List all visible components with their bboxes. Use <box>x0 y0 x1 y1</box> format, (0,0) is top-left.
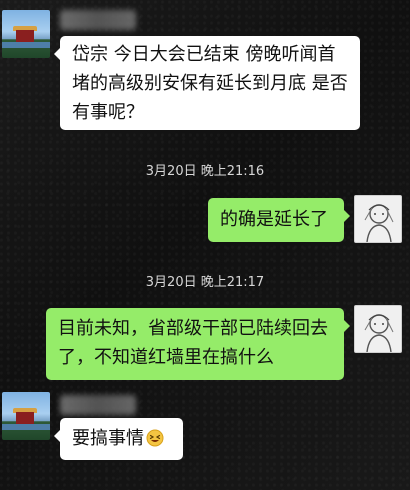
self-avatar[interactable] <box>354 305 402 353</box>
message-bubble-outgoing[interactable]: 目前未知，省部级干部已陆续回去了，不知道红墙里在搞什么 <box>46 308 350 380</box>
grinning-squint-emoji-icon <box>146 427 164 447</box>
timestamp: 3月20日 晚上21:16 <box>145 164 265 179</box>
message-bubble-incoming[interactable]: 岱宗 今日大会已结束 傍晚听闻首堵的高级别安保有延长到月底 是否有事呢？ <box>54 36 360 130</box>
timestamp: 3月20日 晚上21:17 <box>145 275 265 290</box>
message-text: 目前未知，省部级干部已陆续回去了，不知道红墙里在搞什么 <box>58 318 328 368</box>
message-text: 要搞事情 <box>72 428 144 449</box>
message-bubble-outgoing[interactable]: 的确是延长了 <box>208 198 350 242</box>
sender-name-redacted <box>60 10 136 30</box>
sender-avatar[interactable] <box>2 392 50 440</box>
message-text: 岱宗 今日大会已结束 傍晚听闻首堵的高级别安保有延长到月底 是否有事呢？ <box>72 44 348 123</box>
self-avatar[interactable] <box>354 195 402 243</box>
sender-avatar[interactable] <box>2 10 50 58</box>
message-text: 的确是延长了 <box>220 209 328 230</box>
sender-name-redacted <box>60 395 136 415</box>
message-bubble-incoming[interactable]: 要搞事情 <box>54 418 183 460</box>
